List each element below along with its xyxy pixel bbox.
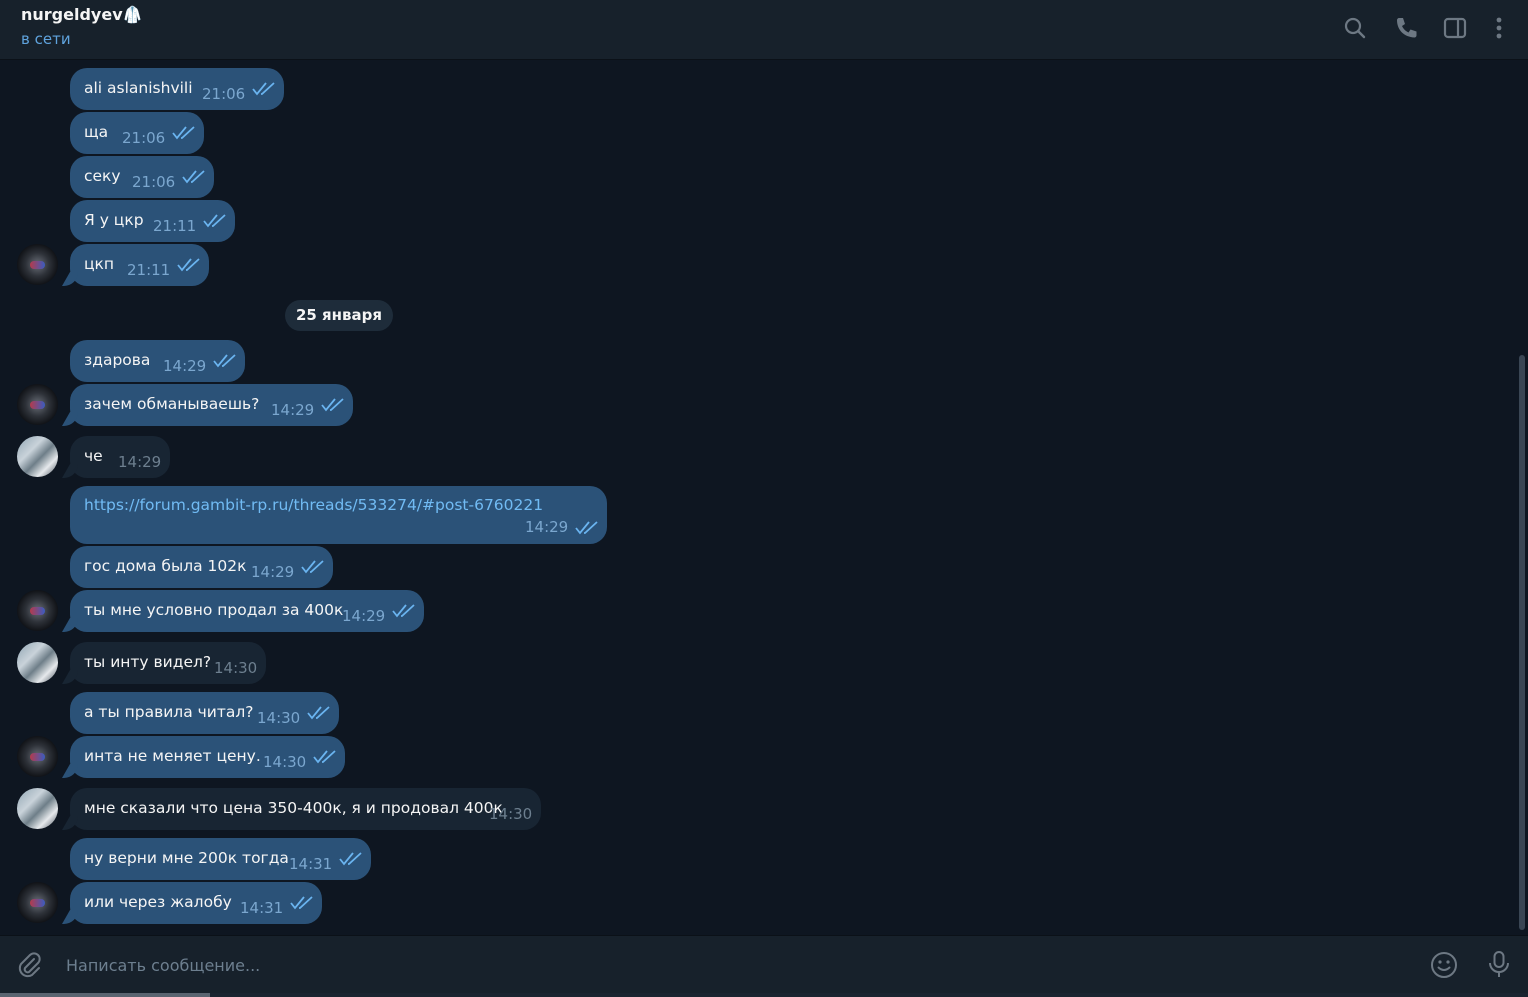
message-time: 21:06 <box>132 173 176 191</box>
microphone-icon[interactable] <box>1484 949 1514 979</box>
more-vertical-icon[interactable] <box>1485 14 1513 42</box>
double-check-icon <box>172 126 195 140</box>
message-time: 14:29 <box>251 563 295 581</box>
message-bubble[interactable]: ща 21:06 <box>70 112 204 154</box>
message-time: 14:29 <box>163 357 207 375</box>
message-time: 14:30 <box>257 709 301 727</box>
message-time: 21:06 <box>122 129 166 147</box>
message-text: здарова <box>84 351 151 369</box>
message-text: мне сказали что цена 350-400к, я и продо… <box>84 799 503 817</box>
message-text: ты мне условно продал за 400к <box>84 601 344 619</box>
avatar[interactable] <box>17 436 58 477</box>
message-bubble[interactable]: цкп 21:11 <box>70 244 209 286</box>
double-check-icon <box>575 521 598 535</box>
message-time: 14:31 <box>240 899 284 917</box>
message-time: 14:31 <box>289 855 333 873</box>
chat-header: nurgeldyev🥼 в сети <box>0 0 1528 60</box>
attach-icon[interactable] <box>14 950 44 980</box>
double-check-icon <box>182 170 205 184</box>
message-time: 21:11 <box>127 261 171 279</box>
message-link[interactable]: https://forum.gambit-rp.ru/threads/53327… <box>84 496 543 514</box>
message-bubble[interactable]: мне сказали что цена 350-400к, я и продо… <box>70 788 541 830</box>
message-time: 14:29 <box>118 453 162 471</box>
emoji-icon[interactable] <box>1429 950 1459 980</box>
double-check-icon <box>252 82 275 96</box>
sidebar-toggle-icon[interactable] <box>1441 14 1469 42</box>
double-check-icon <box>301 560 324 574</box>
avatar[interactable] <box>17 882 58 923</box>
message-text: ali aslanishvili <box>84 79 193 97</box>
message-text: ты инту видел? <box>84 653 212 671</box>
message-time: 21:11 <box>153 217 197 235</box>
message-bubble[interactable]: зачем обманываешь? 14:29 <box>70 384 353 426</box>
avatar[interactable] <box>17 788 58 829</box>
message-bubble[interactable]: а ты правила читал? 14:30 <box>70 692 339 734</box>
avatar[interactable] <box>17 590 58 631</box>
avatar[interactable] <box>17 736 58 777</box>
double-check-icon <box>392 604 415 618</box>
double-check-icon <box>290 896 313 910</box>
double-check-icon <box>339 852 362 866</box>
double-check-icon <box>313 750 336 764</box>
double-check-icon <box>203 214 226 228</box>
double-check-icon <box>177 258 200 272</box>
message-text: Я у цкр <box>84 211 144 229</box>
message-text: цкп <box>84 255 115 273</box>
window-bottom-bar <box>0 993 1528 997</box>
chat-status: в сети <box>21 30 71 48</box>
message-time: 21:06 <box>202 85 246 103</box>
message-text: ну верни мне 200к тогда <box>84 849 289 867</box>
message-bubble[interactable]: здарова 14:29 <box>70 340 245 382</box>
message-bubble[interactable]: че 14:29 <box>70 436 170 478</box>
phone-icon[interactable] <box>1392 14 1420 42</box>
search-icon[interactable] <box>1341 14 1369 42</box>
message-bubble[interactable]: ты мне условно продал за 400к 14:29 <box>70 590 424 632</box>
message-text: а ты правила читал? <box>84 703 254 721</box>
message-bubble[interactable]: гос дома была 102к 14:29 <box>70 546 333 588</box>
message-bubble[interactable]: https://forum.gambit-rp.ru/threads/53327… <box>70 486 607 544</box>
message-time: 14:29 <box>525 518 569 536</box>
message-bubble[interactable]: или через жалобу 14:31 <box>70 882 322 924</box>
message-time: 14:29 <box>342 607 386 625</box>
message-bubble[interactable]: ну верни мне 200к тогда 14:31 <box>70 838 371 880</box>
message-input[interactable] <box>64 946 1408 984</box>
message-bubble[interactable]: секу 21:06 <box>70 156 214 198</box>
message-bubble[interactable]: ты инту видел? 14:30 <box>70 642 266 684</box>
double-check-icon <box>213 354 236 368</box>
date-separator: 25 января <box>285 300 393 331</box>
message-text: че <box>84 447 103 465</box>
message-bubble[interactable]: инта не меняет цену. 14:30 <box>70 736 345 778</box>
message-composer <box>0 935 1528 994</box>
message-text: зачем обманываешь? <box>84 395 260 413</box>
message-bubble[interactable]: ali aslanishvili 21:06 <box>70 68 284 110</box>
message-time: 14:30 <box>489 805 533 823</box>
message-time: 14:30 <box>263 753 307 771</box>
message-text: гос дома была 102к <box>84 557 247 575</box>
scrollbar-thumb[interactable] <box>1519 355 1525 930</box>
message-text: секу <box>84 167 121 185</box>
message-text: инта не меняет цену. <box>84 747 261 765</box>
double-check-icon <box>307 706 330 720</box>
message-list[interactable]: ali aslanishvili 21:06 ща 21:06 секу 21:… <box>0 60 1516 935</box>
message-time: 14:29 <box>271 401 315 419</box>
avatar[interactable] <box>17 244 58 285</box>
avatar[interactable] <box>17 642 58 683</box>
chat-title[interactable]: nurgeldyev🥼 <box>21 5 143 24</box>
double-check-icon <box>321 398 344 412</box>
message-text: ща <box>84 123 109 141</box>
avatar[interactable] <box>17 384 58 425</box>
message-time: 14:30 <box>214 659 258 677</box>
message-text: или через жалобу <box>84 893 232 911</box>
message-bubble[interactable]: Я у цкр 21:11 <box>70 200 235 242</box>
progress-indicator <box>0 993 210 997</box>
